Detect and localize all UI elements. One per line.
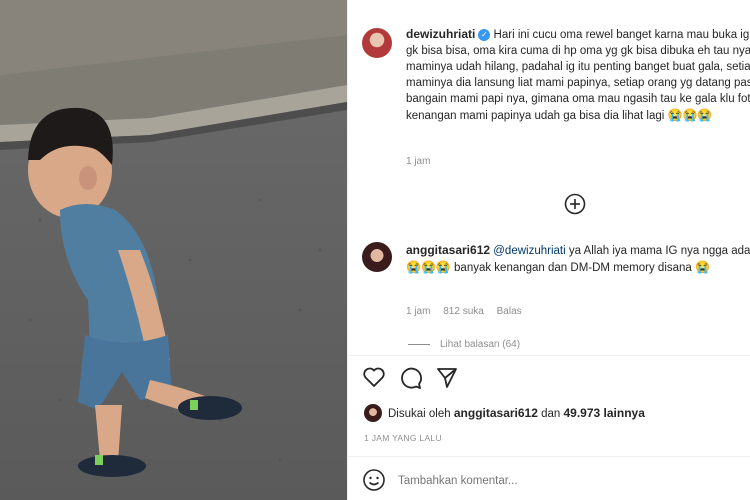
comment-input-divider xyxy=(348,456,750,457)
comment-block: anggitasari612 @dewizuhriati ya Allah iy… xyxy=(406,242,750,276)
replies-divider xyxy=(408,344,430,345)
likes-summary: Disukai oleh anggitasari612 dan 49.973 l… xyxy=(388,405,645,422)
plus-circle-icon[interactable] xyxy=(564,193,586,215)
likes-connector: dan xyxy=(541,408,561,420)
post-photo xyxy=(0,0,347,500)
reply-button[interactable]: Balas xyxy=(497,306,522,317)
add-comment-input[interactable] xyxy=(396,470,730,492)
comment-emojis-b: 😭 xyxy=(695,260,710,274)
author-avatar[interactable] xyxy=(362,28,392,58)
post-time: 1 JAM YANG LALU xyxy=(364,433,442,443)
liker-avatar xyxy=(364,404,382,422)
comment-meta: 1 jam 812 suka Balas xyxy=(406,306,522,317)
view-replies-label: Lihat balasan (64) xyxy=(440,339,521,350)
comment-text-b: banyak kenangan dan DM-DM memory disana xyxy=(450,262,696,274)
send-icon[interactable] xyxy=(435,366,459,390)
view-replies-button[interactable]: Lihat balasan (64) xyxy=(408,339,520,350)
smiley-icon[interactable] xyxy=(362,468,386,492)
commenter-avatar[interactable] xyxy=(362,242,392,272)
actions-divider xyxy=(348,355,750,356)
child-walking-photo xyxy=(0,0,347,500)
caption-block: dewizuhriati ✓ Hari ini cucu oma rewel ba… xyxy=(406,26,750,124)
verified-badge-icon: ✓ xyxy=(478,28,491,41)
caption-author[interactable]: dewizuhriati xyxy=(406,27,475,41)
comment-likes[interactable]: 812 suka xyxy=(443,306,484,317)
comment-mention[interactable]: @dewizuhriati xyxy=(493,245,565,257)
heart-icon[interactable] xyxy=(362,366,386,388)
comment-emojis-a: 😭😭😭 xyxy=(406,260,451,274)
comment-author[interactable]: anggitasari612 xyxy=(406,243,490,257)
comment-icon[interactable] xyxy=(399,366,423,390)
comment-time: 1 jam xyxy=(406,306,431,317)
likes-count[interactable]: 49.973 lainnya xyxy=(564,406,645,420)
caption-emojis: 😭😭😭 xyxy=(667,108,713,122)
post-details-panel: dewizuhriati ✓ Hari ini cucu oma rewel ba… xyxy=(347,0,750,500)
comment-text-a: ya Allah iya mama IG nya ngga ada xyxy=(565,245,750,257)
likes-prefix: Disukai oleh xyxy=(388,408,451,420)
caption-time: 1 jam xyxy=(406,156,431,167)
likes-user[interactable]: anggitasari612 xyxy=(454,406,538,420)
